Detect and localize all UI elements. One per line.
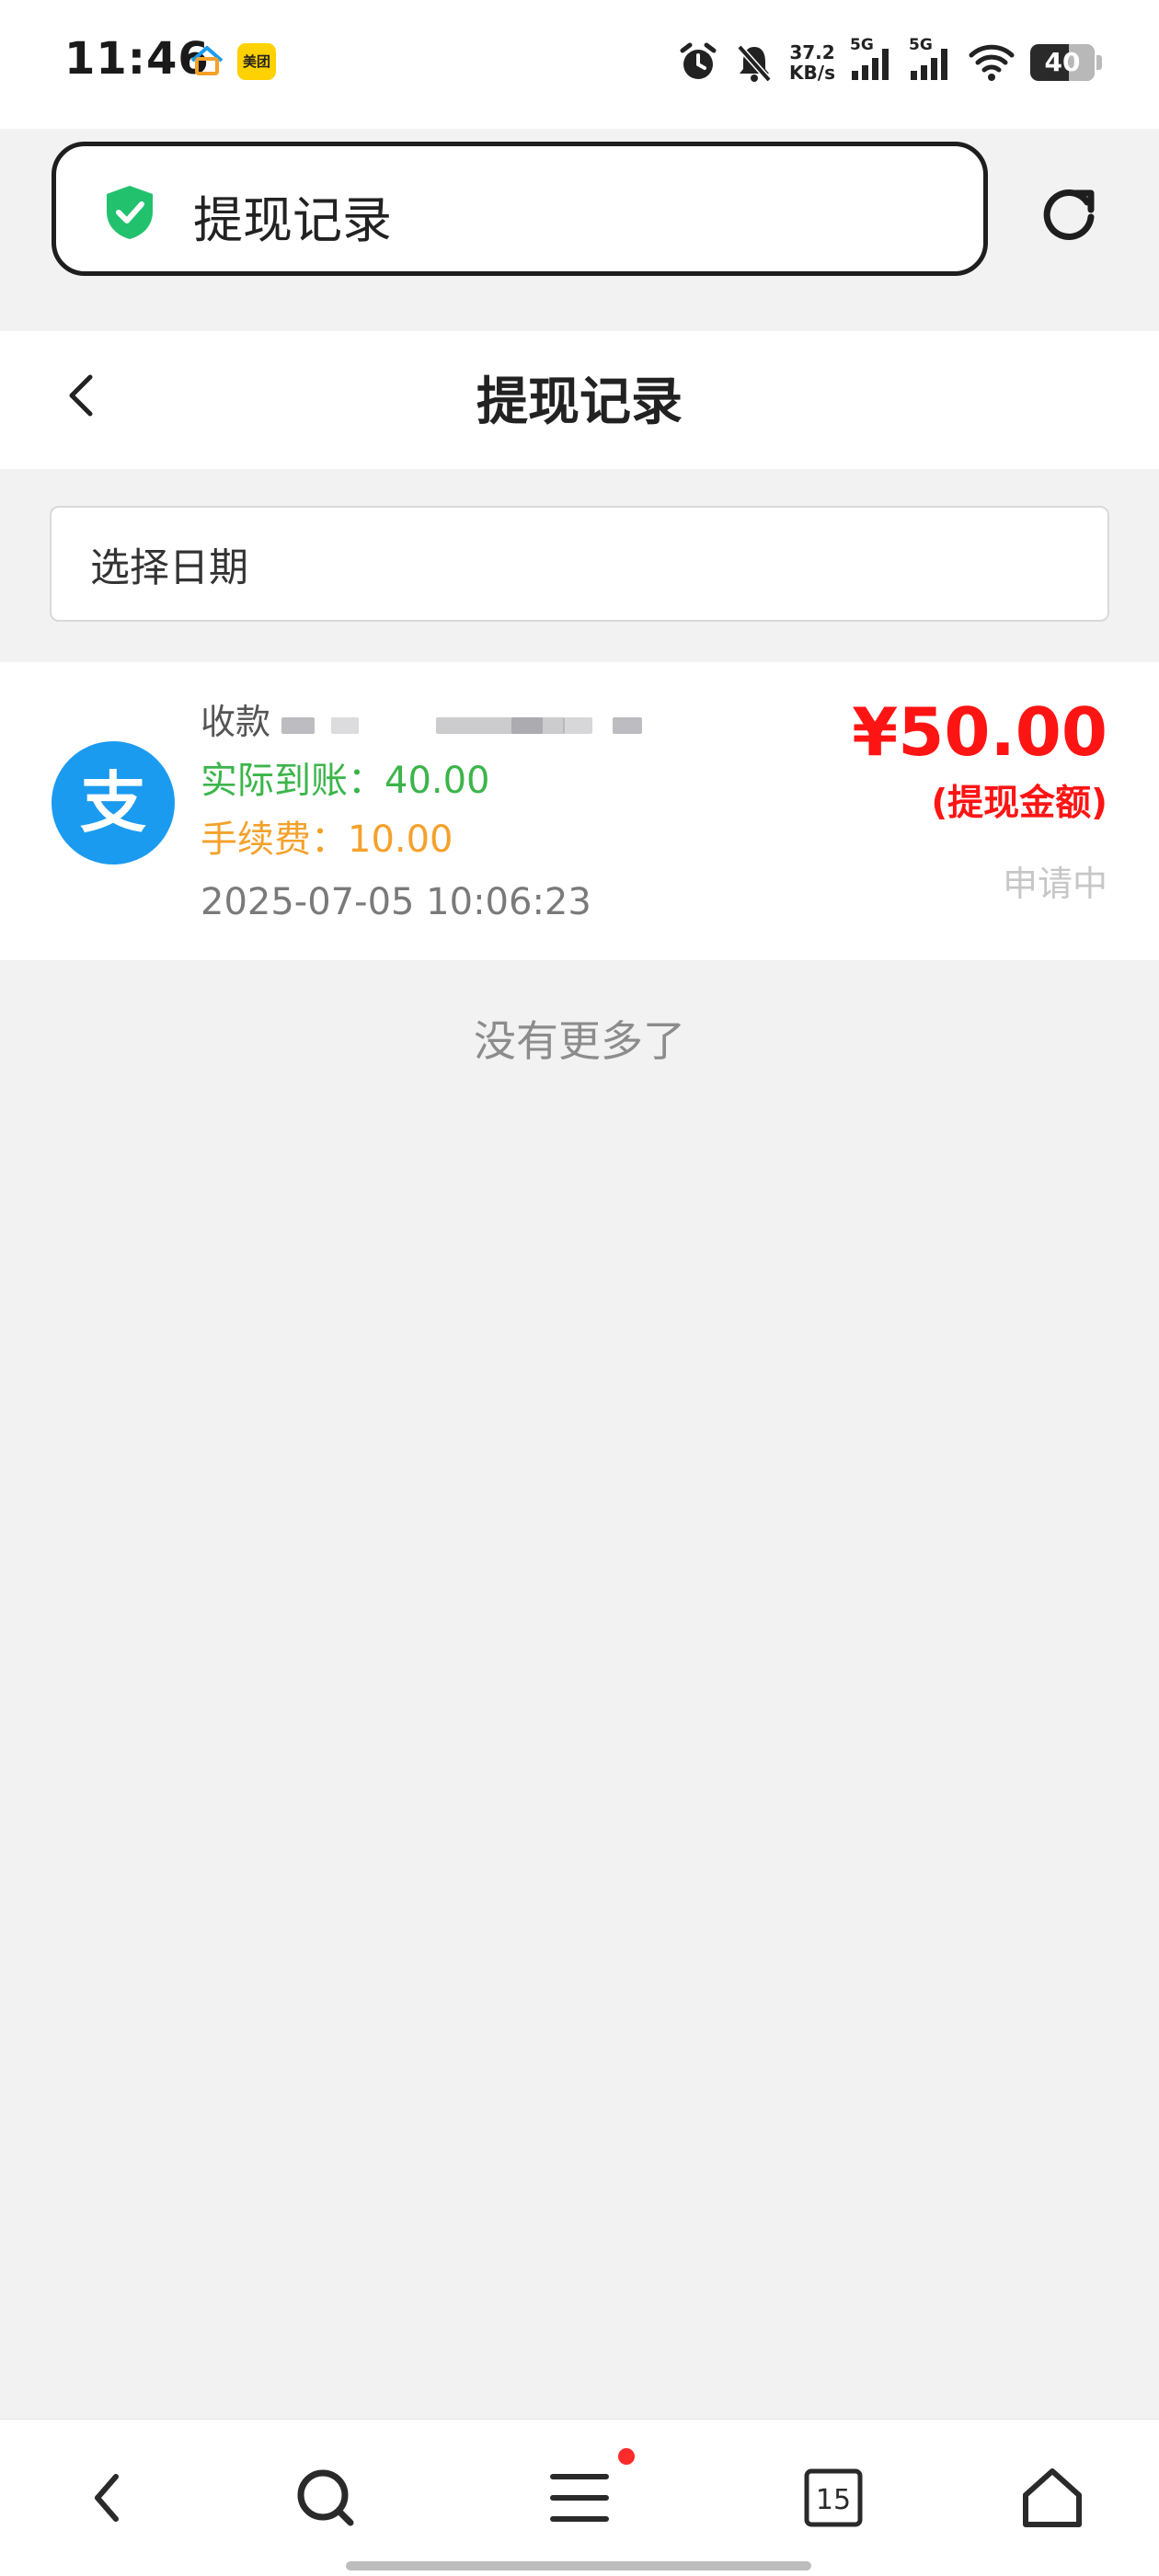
tabs-icon: 15 <box>804 2468 863 2527</box>
alipay-icon-glyph: 支 <box>80 764 146 841</box>
page-title: 提现记录 <box>476 372 683 432</box>
meituan-app-icon: 美团 <box>237 43 276 80</box>
net-speed: 37.2 KB/s <box>789 42 835 83</box>
withdrawal-amount: ¥50.00 <box>852 693 1107 771</box>
notification-dot <box>618 2448 635 2465</box>
nav-home-button[interactable] <box>1008 2461 1096 2535</box>
home-indicator[interactable] <box>346 2561 811 2570</box>
redacted-strip <box>511 717 543 734</box>
date-picker-placeholder[interactable]: 选择日期 <box>90 536 248 593</box>
battery-icon: 40 <box>1030 44 1102 81</box>
redacted-strip <box>281 717 315 734</box>
home-icon <box>1023 2468 1082 2527</box>
signal-sim1-icon: 5G <box>850 36 894 84</box>
sim1-label: 5G <box>850 36 874 54</box>
alipay-icon: 支 <box>52 741 175 864</box>
redacted-strip <box>563 717 592 734</box>
address-bar[interactable] <box>52 142 988 276</box>
battery-level: 40 <box>1044 47 1081 77</box>
net-speed-value: 37.2 <box>789 41 835 63</box>
status-badge: 申请中 <box>1002 864 1107 904</box>
service-fee: 手续费：10.00 <box>201 819 453 861</box>
nav-menu-button[interactable] <box>535 2461 624 2535</box>
status-icons: 37.2 KB/s 5G 5G 40 <box>677 35 1102 90</box>
payee-label: 收款 <box>201 702 271 742</box>
security-shield-icon <box>103 184 156 241</box>
nav-search-button[interactable] <box>281 2461 370 2535</box>
net-speed-unit: KB/s <box>789 62 835 84</box>
menu-icon <box>550 2474 609 2522</box>
tab-count: 15 <box>816 2484 851 2516</box>
chevron-left-icon <box>95 2474 119 2522</box>
record-timestamp: 2025-07-05 10:06:23 <box>201 881 591 923</box>
signal-sim2-icon: 5G <box>909 36 953 84</box>
redacted-strip <box>331 717 359 734</box>
redacted-strip <box>613 717 642 734</box>
alarm-icon <box>677 41 719 84</box>
nav-tabs-button[interactable]: 15 <box>789 2461 878 2535</box>
search-icon <box>297 2469 354 2526</box>
no-more-text: 没有更多了 <box>474 1016 685 1066</box>
wifi-icon <box>968 42 1016 83</box>
sim2-label: 5G <box>909 36 933 54</box>
refresh-icon[interactable] <box>1036 180 1102 246</box>
actual-received-amount: 实际到账：40.00 <box>201 760 490 802</box>
mute-bell-icon <box>734 41 775 84</box>
withdrawal-amount-caption: (提现金额) <box>931 783 1107 824</box>
home-app-icon <box>189 44 225 77</box>
nav-back-button[interactable] <box>63 2461 151 2535</box>
redacted-strip <box>436 717 565 734</box>
address-text[interactable]: 提现记录 <box>193 179 392 252</box>
